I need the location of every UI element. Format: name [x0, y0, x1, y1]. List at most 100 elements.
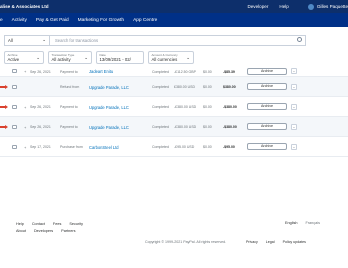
row-net: $380.00 — [223, 85, 236, 89]
footer-link-partners[interactable]: Partners — [61, 229, 75, 233]
language-english[interactable]: English — [285, 221, 297, 225]
row-checkbox[interactable] — [12, 68, 17, 73]
filter-bar: Archive Active ⌄ Transaction Type All ac… — [4, 51, 194, 64]
row-type: Payment to — [60, 105, 78, 109]
row-date: Sep 26, 2021 — [30, 69, 51, 74]
search-scope-select[interactable]: All ⌄ — [5, 36, 50, 45]
footer-link-developers[interactable]: Developers — [34, 229, 53, 233]
nav-item-activity[interactable]: Activity — [12, 18, 27, 23]
transaction-type-filter[interactable]: Transaction Type All activity ⌄ — [48, 51, 92, 64]
expand-icon[interactable]: + — [24, 69, 26, 74]
footer-link-policy-updates[interactable]: Policy updates — [283, 240, 306, 244]
row-date: Sep 26, 2021 — [30, 125, 51, 129]
arrow-marker-icon — [0, 105, 8, 109]
row-net: -$85.39 — [223, 69, 235, 74]
row-fee: $0.00 — [203, 105, 212, 109]
row-status: Completed — [152, 105, 169, 109]
nav-item-pay-get-paid[interactable]: Pay & Get Paid — [36, 18, 69, 23]
developer-link[interactable]: Developer — [247, 4, 268, 9]
row-gross: -£95.00 USD — [174, 145, 195, 149]
row-name-link[interactable]: CarbonSteel Ltd — [89, 145, 119, 150]
language-francais[interactable]: Français — [305, 221, 320, 225]
archive-button[interactable]: Archive — [247, 67, 287, 75]
top-bar: alise & Associates Ltd Developer Help Gi… — [0, 0, 348, 13]
main-nav: e Activity Pay & Get Paid Marketing For … — [0, 13, 348, 27]
header-right: Developer Help Gilles Paquette — [247, 3, 348, 10]
row-status: Completed — [152, 85, 169, 89]
more-icon[interactable]: ⌄ — [291, 68, 297, 74]
legal-links: Privacy Legal Policy updates — [246, 240, 306, 244]
row-status: Completed — [152, 145, 169, 149]
row-type: Payment to — [60, 125, 78, 129]
archive-button[interactable]: Archive — [247, 103, 287, 110]
row-checkbox[interactable] — [12, 144, 17, 149]
activity-page: All ⌄ Search for transactions Archive Ac… — [0, 27, 348, 268]
table-row[interactable]: + Sep 17, 2021 Purchase from CarbonSteel… — [0, 137, 348, 157]
help-link[interactable]: Help — [279, 4, 288, 9]
user-menu[interactable]: Gilles Paquette — [300, 3, 348, 10]
language-switcher: English Français — [285, 221, 320, 225]
chevron-down-icon: ⌄ — [36, 55, 40, 60]
archive-button[interactable]: Archive — [247, 143, 287, 150]
table-row[interactable]: + Sep 26, 2021 Payment to Upgrade Parade… — [0, 97, 348, 117]
footer-link-privacy[interactable]: Privacy — [246, 240, 258, 244]
row-status: Completed — [152, 69, 169, 74]
footer-link-fees[interactable]: Fees — [53, 222, 61, 226]
row-gross: -£380.00 USD — [174, 105, 197, 109]
row-gross: -£380.00 USD — [174, 125, 197, 129]
row-net: -$380.00 — [223, 125, 237, 129]
footer-link-contact[interactable]: Contact — [32, 222, 45, 226]
search-icon[interactable] — [297, 37, 302, 42]
row-type: Purchase from — [60, 145, 83, 149]
more-icon[interactable]: ⌄ — [291, 103, 297, 110]
row-checkbox[interactable] — [12, 84, 17, 89]
search-input[interactable]: Search for transactions — [55, 38, 98, 43]
row-checkbox[interactable] — [12, 104, 17, 109]
arrow-marker-icon — [0, 85, 8, 89]
archive-button[interactable]: Archive — [247, 123, 287, 130]
row-type: Payment to — [60, 69, 78, 74]
row-name-link[interactable]: Upgrade Parade, LLC — [89, 105, 129, 110]
archive-button[interactable]: Archive — [247, 83, 287, 90]
more-icon[interactable]: ⌄ — [291, 83, 297, 90]
footer-link-security[interactable]: Security — [69, 222, 83, 226]
row-name-link[interactable]: Jadeart Enitu — [89, 69, 113, 74]
row-date: Sep 17, 2021 — [30, 145, 51, 149]
transactions-table: + Sep 26, 2021 Payment to Jadeart Enitu … — [0, 67, 348, 157]
search-bar: All ⌄ Search for transactions — [4, 35, 306, 46]
row-fee: $0.00 — [203, 145, 212, 149]
more-icon[interactable]: ⌄ — [291, 143, 297, 150]
footer-link-about[interactable]: About — [16, 229, 26, 233]
row-checkbox[interactable] — [12, 124, 17, 129]
expand-icon[interactable]: + — [24, 125, 26, 130]
date-filter[interactable]: Date 13/09/2021 - 02/ — [96, 51, 144, 64]
archive-filter[interactable]: Archive Active ⌄ — [4, 51, 44, 64]
expand-icon[interactable]: + — [24, 145, 26, 150]
row-net: -$380.00 — [223, 105, 237, 109]
chevron-down-icon: ⌄ — [186, 55, 190, 60]
arrow-marker-icon — [0, 125, 8, 129]
row-name-link[interactable]: Upgrade Parade, LLC — [89, 85, 129, 90]
row-fee: $0.00 — [203, 125, 212, 129]
nav-item-home[interactable]: e — [0, 18, 3, 23]
copyright-text: Copyright © 1999-2021 PayPal. All rights… — [145, 240, 227, 244]
row-gross: £380.00 USD — [174, 85, 196, 89]
row-date: Sep 26, 2021 — [30, 105, 51, 109]
table-row[interactable]: + Sep 26, 2021 Payment to Jadeart Enitu … — [0, 67, 348, 77]
amount-currency-filter-value: All currencies — [151, 57, 178, 62]
expand-icon[interactable]: + — [24, 105, 26, 110]
avatar — [307, 3, 314, 10]
more-icon[interactable]: ⌄ — [291, 123, 297, 130]
company-name: alise & Associates Ltd — [0, 3, 49, 9]
footer-link-help[interactable]: Help — [16, 222, 24, 226]
footer-link-legal[interactable]: Legal — [266, 240, 275, 244]
table-row[interactable]: + Sep 26, 2021 Payment to Upgrade Parade… — [0, 117, 348, 137]
table-row[interactable]: Refund from Upgrade Parade, LLC Complete… — [0, 77, 348, 97]
row-name-link[interactable]: Upgrade Parade, LLC — [89, 125, 129, 130]
row-status: Completed — [152, 125, 169, 129]
nav-item-app-centre[interactable]: App Centre — [133, 18, 157, 23]
amount-currency-filter[interactable]: Amount & Currency All currencies ⌄ — [148, 51, 194, 64]
nav-item-marketing[interactable]: Marketing For Growth — [78, 18, 124, 23]
row-net: -$95.00 — [223, 145, 235, 149]
user-name: Gilles Paquette — [316, 3, 348, 9]
